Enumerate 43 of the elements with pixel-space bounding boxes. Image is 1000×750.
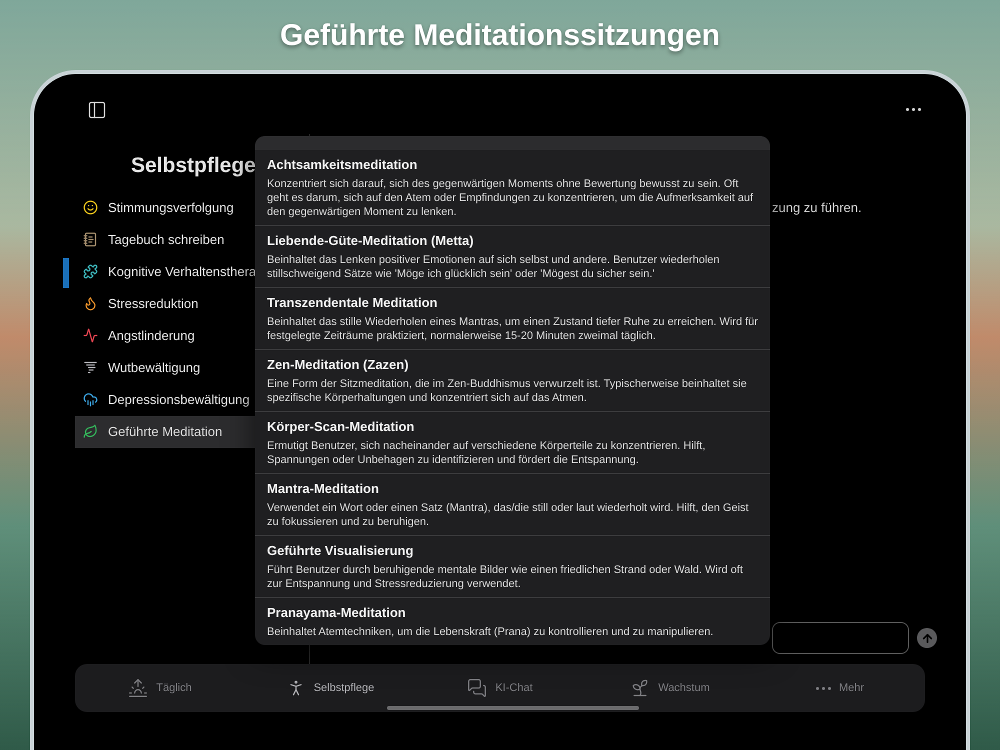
message-input-field[interactable]	[772, 622, 909, 654]
puzzle-icon	[83, 264, 98, 279]
smile-icon	[83, 200, 98, 215]
rain-cloud-icon	[83, 392, 98, 407]
sprout-icon	[630, 678, 650, 698]
option-title: Liebende-Güte-Meditation (Metta)	[267, 232, 475, 250]
meditation-option[interactable]: Körper-Scan-Meditation Ermutigt Benutzer, sich nacheinander auf verschiedene Körperteile zu konzentrieren. Hilft, Spannungen oder Unbehagen zu identifizieren und fördert die Entspannung.	[255, 412, 770, 474]
sunrise-icon	[128, 678, 148, 698]
tab-item[interactable]: Mehr	[755, 664, 925, 712]
option-description: Konzentriert sich darauf, sich des gegenwärtigen Moments ohne Bewertung bewusst zu sein. Oft geht es darum, sich auf den Atem oder Empfindungen zu konzentrieren, um die Aufmerksamkeit auf den gegenwärtigen Moment zu lenken.	[267, 177, 754, 219]
option-title: Mantra-Meditation	[267, 480, 380, 498]
notebook-icon	[83, 232, 98, 247]
tab-item[interactable]: KI-Chat	[415, 664, 585, 712]
option-description: Eine Form der Sitzmeditation, die im Zen-Buddhismus verwurzelt ist. Typischerweise beinhaltet sie spezifische Körperhaltungen und konzentriert sich auf das Atmen.	[267, 377, 748, 405]
option-description: Verwendet ein Wort oder einen Satz (Mantra), das/die still oder laut wiederholt wird. Hilft, den Geist zu fokussieren und zu beruhigen.	[267, 501, 750, 529]
option-description: Beinhaltet das stille Wiederholen eines Mantras, um einen Zustand tiefer Ruhe zu erreichen. Wird für festgelegte Zeiträume praktiziert, normalerweise 15-20 Minuten zweimal täglich.	[267, 315, 758, 343]
send-button[interactable]	[917, 628, 937, 648]
tab-item[interactable]: Wachstum	[585, 664, 755, 712]
option-description: Beinhaltet das Lenken positiver Emotionen auf sich selbst und andere. Benutzer wiederholen stillschweigend Sätze wie 'Möge ich glücklich sein' oder 'Mögest du sicher sein.'	[267, 253, 721, 281]
option-description: Führt Benutzer durch beruhigende mentale Bilder wie einen friedlichen Strand oder Wald. Wird oft zur Entspannung und Stressreduzierung verwendet.	[267, 563, 744, 591]
meditation-option[interactable]: Mantra-Meditation Verwendet ein Wort oder einen Satz (Mantra), das/die still oder laut wiederholt wird. Hilft, den Geist zu fokussieren und zu beruhigen.	[255, 474, 770, 536]
option-title: Achtsamkeitsmeditation	[267, 156, 418, 174]
more-icon[interactable]	[906, 108, 921, 111]
more-icon	[816, 686, 831, 690]
option-title: Zen-Meditation (Zazen)	[267, 356, 410, 374]
arrow-up-icon	[920, 632, 934, 644]
tab-item[interactable]: Selbstpflege	[245, 664, 415, 712]
leaf-icon	[83, 424, 98, 439]
meditation-option[interactable]: Pranayama-Meditation Beinhaltet Atemtechniken, um die Lebenskraft (Prana) zu kontrollieren und zu manipulieren.	[255, 598, 770, 645]
tab-item[interactable]: Täglich	[75, 664, 245, 712]
pulse-icon	[83, 328, 98, 343]
meditation-option[interactable]: Zen-Meditation (Zazen) Eine Form der Sitzmeditation, die im Zen-Buddhismus verwurzelt ist. Typischerweise beinhaltet sie spezifische Körperhaltungen und konzentriert sich auf das Atmen.	[255, 350, 770, 412]
tornado-icon	[83, 360, 98, 375]
option-title: Pranayama-Meditation	[267, 604, 407, 622]
option-description: Beinhaltet Atemtechniken, um die Lebenskraft (Prana) zu kontrollieren und zu manipulieren.	[267, 625, 714, 639]
body-text: zung zu führen.	[772, 199, 862, 217]
option-title: Geführte Visualisierung	[267, 542, 414, 560]
sidebar-toggle-icon[interactable]	[87, 100, 107, 120]
flame-icon	[83, 296, 98, 311]
meditation-option[interactable]: Geführte Visualisierung Führt Benutzer durch beruhigende mentale Bilder wie einen friedlichen Strand oder Wald. Wird oft zur Entspannung und Stressreduzierung verwendet.	[255, 536, 770, 598]
option-title: Transzendentale Meditation	[267, 294, 438, 312]
chat-bubbles-icon	[467, 678, 488, 698]
headline: Geführte Meditationssitzungen	[280, 18, 720, 54]
